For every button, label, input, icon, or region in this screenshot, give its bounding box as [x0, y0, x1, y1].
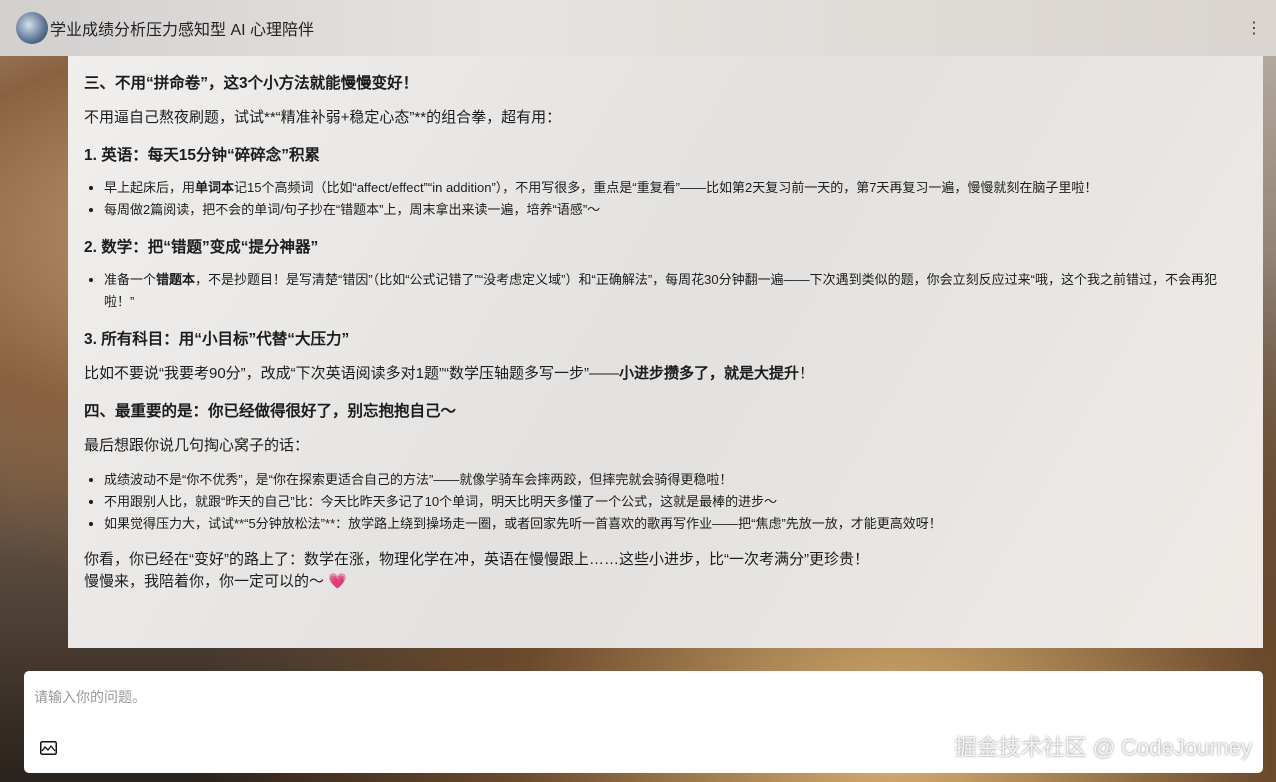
english-list: 早上起床后，用单词本记15个高频词（比如“affect/effect”“in a…: [104, 177, 1247, 221]
closing-text: 慢慢来，我陪着你，你一定可以的～ 💗: [84, 571, 1247, 593]
list-item: 早上起床后，用单词本记15个高频词（比如“affect/effect”“in a…: [104, 177, 1247, 199]
section-heading: 四、最重要的是：你已经做得很好了，别忘抱抱自己～: [84, 399, 1247, 421]
list-item: 每周做2篇阅读，把不会的单词/句子抄在“错题本”上，周末拿出来读一遍，培养“语感…: [104, 199, 1247, 221]
paragraph: 最后想跟你说几句掏心窝子的话：: [84, 435, 1247, 457]
image-upload-icon[interactable]: [40, 741, 57, 755]
more-menu-icon[interactable]: ⋮: [1246, 18, 1262, 38]
watermark: 掘金技术社区 @ CodeJourney: [955, 730, 1252, 762]
paragraph: 比如不要说“我要考90分”，改成“下次英语阅读多对1题”“数学压轴题多写一步”—…: [84, 363, 1247, 385]
avatar: [16, 12, 48, 44]
encouragement-list: 成绩波动不是“你不优秀”，是“你在探索更适合自己的方法”——就像学骑车会摔两跤，…: [104, 469, 1247, 535]
subheading-english: 1. 英语：每天15分钟“碎碎念”积累: [84, 143, 1247, 165]
closing-text: 你看，你已经在“变好”的路上了：数学在涨，物理化学在冲，英语在慢慢跟上……这些小…: [84, 549, 1247, 571]
list-item: 准备一个错题本，不是抄题目！是写清楚“错因”（比如“公式记错了”“没考虑定义域”…: [104, 269, 1247, 313]
paragraph: 不用逼自己熬夜刷题，试试**“精准补弱+稳定心态”**的组合拳，超有用：: [84, 107, 1247, 129]
list-item: 如果觉得压力大，试试**“5分钟放松法”**：放学路上绕到操场走一圈，或者回家先…: [104, 513, 1247, 535]
list-item: 不用跟别人比，就跟“昨天的自己”比：今天比昨天多记了10个单词，明天比明天多懂了…: [104, 491, 1247, 513]
subheading-all-subjects: 3. 所有科目：用“小目标”代替“大压力”: [84, 327, 1247, 349]
subheading-math: 2. 数学：把“错题”变成“提分神器”: [84, 235, 1247, 257]
question-input[interactable]: [34, 687, 1134, 717]
math-list: 准备一个错题本，不是抄题目！是写清楚“错因”（比如“公式记错了”“没考虑定义域”…: [104, 269, 1247, 313]
chat-message: 三、不用“拼命卷”，这3个小方法就能慢慢变好！ 不用逼自己熬夜刷题，试试**“精…: [68, 56, 1263, 648]
heart-icon: 💗: [328, 573, 347, 590]
top-bar: 学业成绩分析压力感知型 AI 心理陪伴 ⋮: [0, 0, 1276, 56]
app-title: 学业成绩分析压力感知型 AI 心理陪伴: [50, 16, 314, 40]
list-item: 成绩波动不是“你不优秀”，是“你在探索更适合自己的方法”——就像学骑车会摔两跤，…: [104, 469, 1247, 491]
section-heading: 三、不用“拼命卷”，这3个小方法就能慢慢变好！: [84, 71, 1247, 93]
